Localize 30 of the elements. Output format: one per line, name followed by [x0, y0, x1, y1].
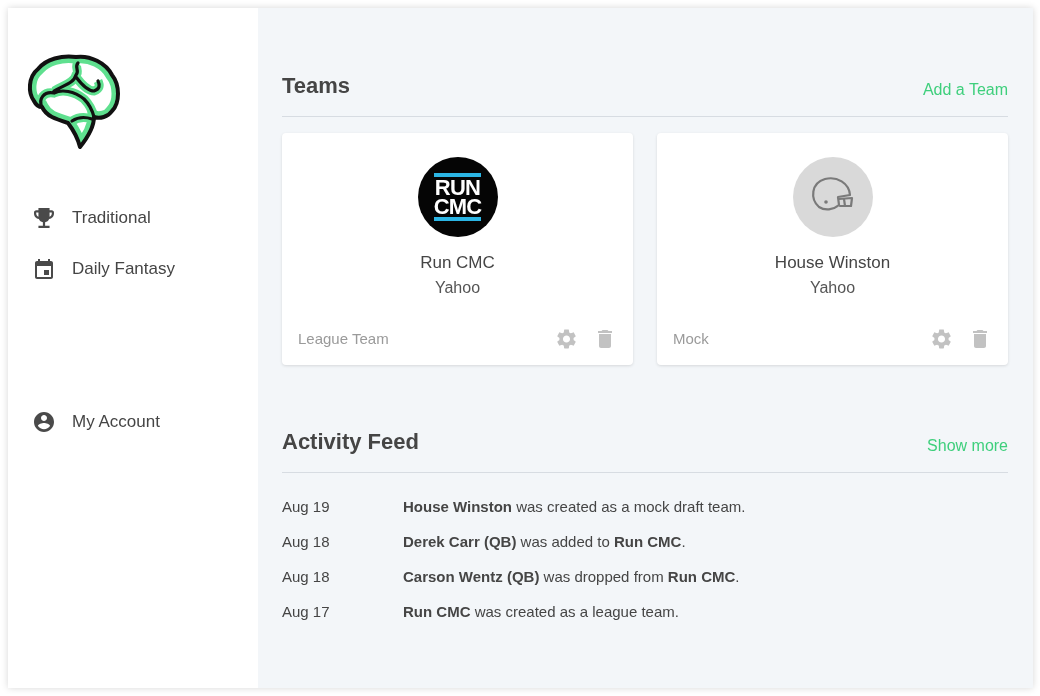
feed-date: Aug 19	[282, 498, 331, 515]
team-type: League Team	[298, 329, 389, 349]
feed-date: Aug 17	[282, 603, 331, 620]
team-card[interactable]: RUN CMC Run CMC Yahoo League Team	[282, 133, 633, 365]
settings-icon[interactable]	[932, 329, 951, 349]
trash-icon[interactable]	[598, 330, 612, 348]
logo-text: RUN CMC	[433, 173, 482, 221]
feed-text: Derek Carr (QB) was added to Run CMC.	[403, 533, 686, 550]
feed-text: Run CMC was created as a league team.	[403, 603, 679, 620]
team-platform: Yahoo	[434, 278, 481, 298]
trash-icon[interactable]	[973, 330, 987, 348]
team-type: Mock	[673, 329, 709, 349]
trophy-icon	[34, 207, 54, 228]
helmet-icon	[792, 157, 873, 237]
nav-item[interactable]: Traditional	[34, 192, 151, 243]
settings-icon[interactable]	[557, 329, 576, 349]
feed-date: Aug 18	[282, 568, 331, 585]
team-name: House Winston	[774, 253, 891, 273]
nav-item[interactable]: My Account	[34, 396, 160, 447]
team-name: Run CMC	[420, 253, 495, 273]
feed-text: Carson Wentz (QB) was dropped from Run CMC.	[403, 568, 740, 585]
feed-date: Aug 18	[282, 533, 331, 550]
account-icon	[34, 411, 54, 432]
section-title: Activity Feed	[282, 428, 419, 456]
team-card[interactable]: House Winston Yahoo Mock	[657, 133, 1008, 365]
section-title: Teams	[282, 72, 351, 100]
calendar-icon	[34, 258, 54, 279]
feed-text: House Winston was created as a mock draft team.	[403, 498, 746, 515]
team-platform: Yahoo	[809, 278, 856, 298]
nav-item[interactable]: Daily Fantasy	[34, 243, 175, 294]
